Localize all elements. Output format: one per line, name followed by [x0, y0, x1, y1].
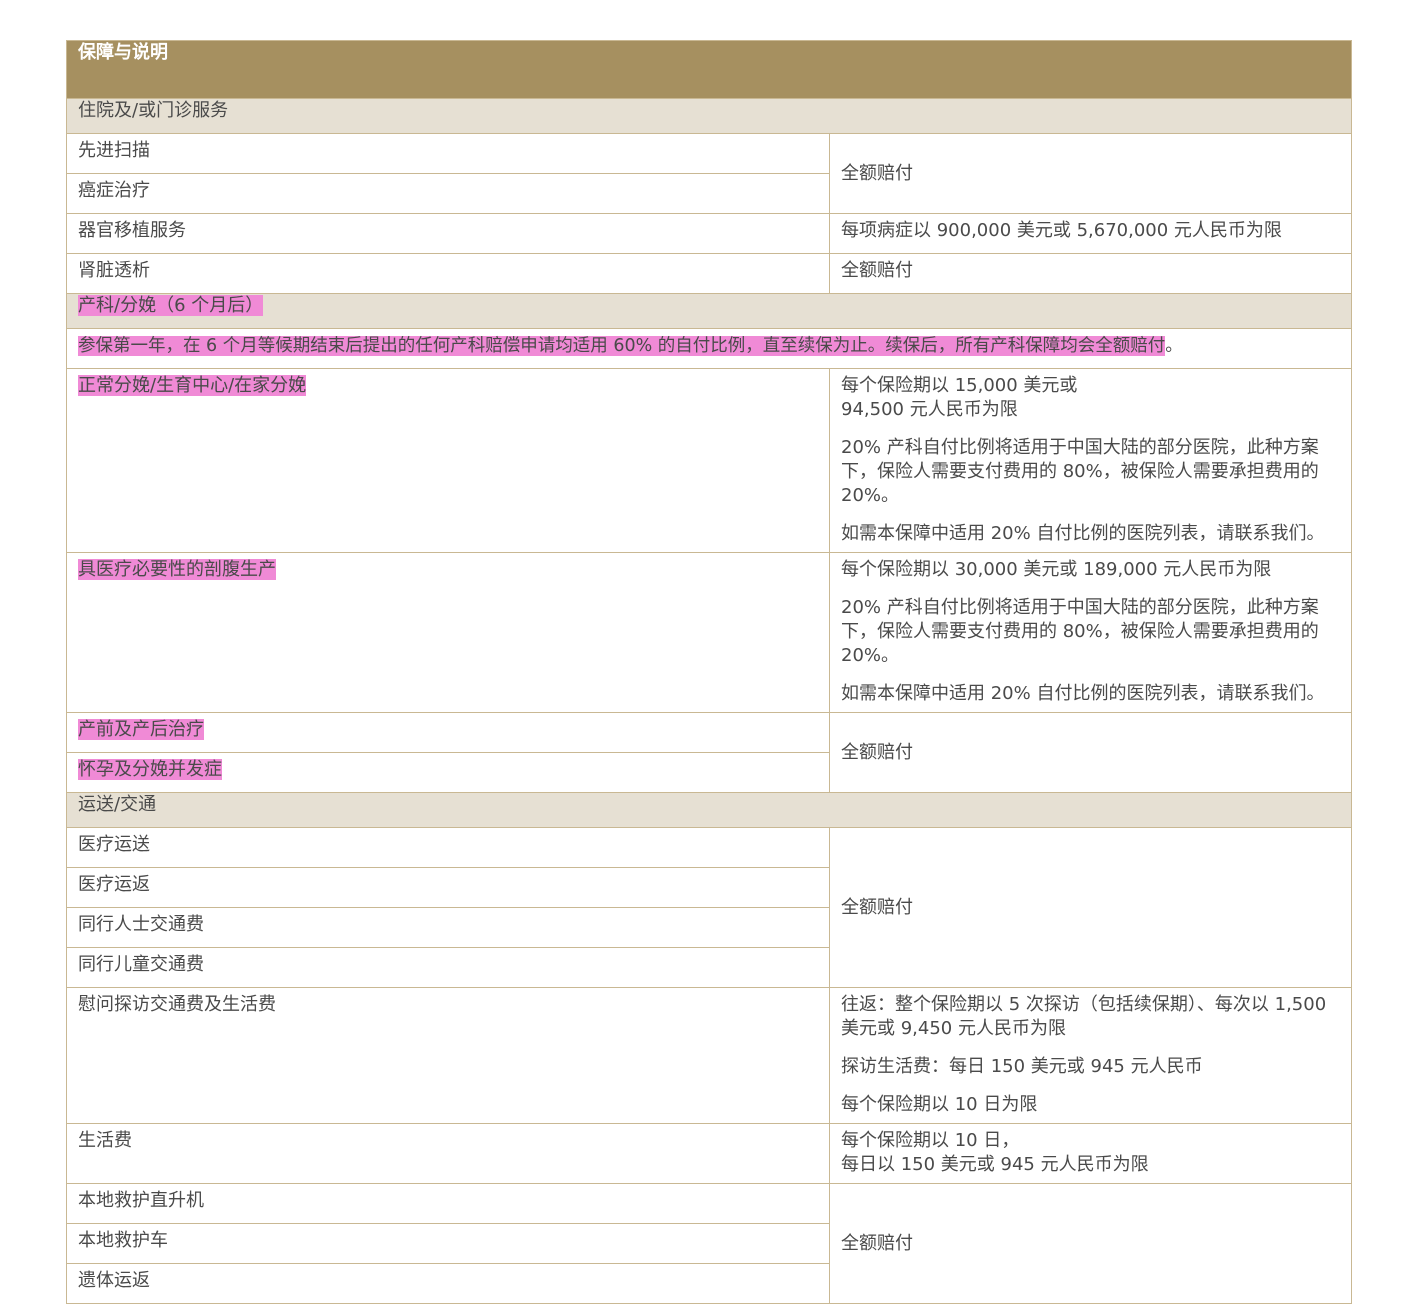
- benefit-name: 医疗运送: [66, 827, 830, 868]
- benefit-name: 产前及产后治疗: [78, 719, 204, 740]
- benefit-name: 正常分娩/生育中心/在家分娩: [78, 375, 307, 396]
- table-row: 产前及产后治疗 全额赔付: [66, 712, 1352, 793]
- benefit-copay-note: 20% 产科自付比例将适用于中国大陆的部分医院，此种方案下，保险人需要支付费用的…: [841, 597, 1319, 666]
- benefit-name: 本地救护直升机: [66, 1183, 830, 1224]
- table-row: 参保第一年，在 6 个月等候期结束后提出的任何产科赔偿申请均适用 60% 的自付…: [66, 328, 1352, 369]
- table-row: 器官移植服务 每项病症以 900,000 美元或 5,670,000 元人民币为…: [66, 213, 1352, 254]
- benefit-name: 同行人士交通费: [66, 907, 830, 948]
- benefit-name: 癌症治疗: [66, 173, 830, 214]
- benefit-days-note: 每个保险期以 10 日为限: [841, 1094, 1038, 1115]
- table-title: 保障与说明: [66, 40, 1352, 99]
- section-header-maternity: 产科/分娩（6 个月后）: [66, 293, 1352, 329]
- benefit-value: 每个保险期以 15,000 美元或 94,500 元人民币为限 20% 产科自付…: [829, 368, 1352, 553]
- table-row: 正常分娩/生育中心/在家分娩 每个保险期以 15,000 美元或 94,500 …: [66, 368, 1352, 553]
- benefit-value: 每个保险期以 10 日， 每日以 150 美元或 945 元人民币为限: [829, 1123, 1352, 1184]
- table-row: 肾脏透析 全额赔付: [66, 253, 1352, 294]
- benefit-value: 每项病症以 900,000 美元或 5,670,000 元人民币为限: [829, 213, 1352, 254]
- table-row: 本地救护直升机 全额赔付: [66, 1183, 1352, 1304]
- benefit-name: 慰问探访交通费及生活费: [66, 987, 830, 1124]
- maternity-note: 参保第一年，在 6 个月等候期结束后提出的任何产科赔偿申请均适用 60% 的自付…: [78, 336, 1166, 356]
- benefit-limit: 每个保险期以 15,000 美元或 94,500 元人民币为限: [841, 375, 1078, 420]
- benefit-value: 全额赔付: [829, 253, 1352, 294]
- benefit-name: 具医疗必要性的剖腹生产: [78, 559, 276, 580]
- benefit-name: 遗体运返: [66, 1263, 830, 1304]
- benefit-limit: 往返：整个保险期以 5 次探访（包括续保期）、每次以 1,500 美元或 9,4…: [841, 994, 1327, 1039]
- benefit-name: 怀孕及分娩并发症: [78, 759, 222, 780]
- benefit-name: 本地救护车: [66, 1223, 830, 1264]
- table-row: 先进扫描 全额赔付: [66, 133, 1352, 214]
- benefit-value: 往返：整个保险期以 5 次探访（包括续保期）、每次以 1,500 美元或 9,4…: [829, 987, 1352, 1124]
- benefit-name: 器官移植服务: [66, 213, 830, 254]
- table-row: 慰问探访交通费及生活费 往返：整个保险期以 5 次探访（包括续保期）、每次以 1…: [66, 987, 1352, 1124]
- maternity-note-end: 。: [1165, 336, 1183, 356]
- benefit-contact-note: 如需本保障中适用 20% 自付比例的医院列表，请联系我们。: [841, 523, 1325, 544]
- section-title: 产科/分娩（6 个月后）: [78, 295, 264, 316]
- benefit-limit: 每个保险期以 30,000 美元或 189,000 元人民币为限: [841, 559, 1272, 580]
- section-title: 住院及/或门诊服务: [66, 98, 1352, 134]
- benefit-copay-note: 20% 产科自付比例将适用于中国大陆的部分医院，此种方案下，保险人需要支付费用的…: [841, 437, 1319, 506]
- benefit-living-note: 探访生活费：每日 150 美元或 945 元人民币: [841, 1056, 1203, 1077]
- benefit-value: 全额赔付: [829, 1183, 1352, 1304]
- table-row: 具医疗必要性的剖腹生产 每个保险期以 30,000 美元或 189,000 元人…: [66, 552, 1352, 713]
- table-header-row: 保障与说明: [66, 40, 1352, 99]
- benefit-name: 先进扫描: [66, 133, 830, 174]
- benefit-value: 全额赔付: [829, 827, 1352, 988]
- section-header-inpatient: 住院及/或门诊服务: [66, 98, 1352, 134]
- table-row: 医疗运送 全额赔付: [66, 827, 1352, 988]
- benefit-value: 每个保险期以 30,000 美元或 189,000 元人民币为限 20% 产科自…: [829, 552, 1352, 713]
- benefit-name: 肾脏透析: [66, 253, 830, 294]
- benefit-name: 生活费: [66, 1123, 830, 1184]
- benefit-value: 全额赔付: [829, 712, 1352, 793]
- table-row: 生活费 每个保险期以 10 日， 每日以 150 美元或 945 元人民币为限: [66, 1123, 1352, 1184]
- benefits-table: 保障与说明 住院及/或门诊服务 先进扫描 全额赔付 癌症治疗 器官移植服务 每项…: [66, 40, 1352, 1304]
- benefit-name: 同行儿童交通费: [66, 947, 830, 988]
- section-header-transport: 运送/交通: [66, 792, 1352, 828]
- section-title: 运送/交通: [66, 792, 1352, 828]
- benefit-contact-note: 如需本保障中适用 20% 自付比例的医院列表，请联系我们。: [841, 683, 1325, 704]
- benefit-value: 全额赔付: [829, 133, 1352, 214]
- benefit-name: 医疗运返: [66, 867, 830, 908]
